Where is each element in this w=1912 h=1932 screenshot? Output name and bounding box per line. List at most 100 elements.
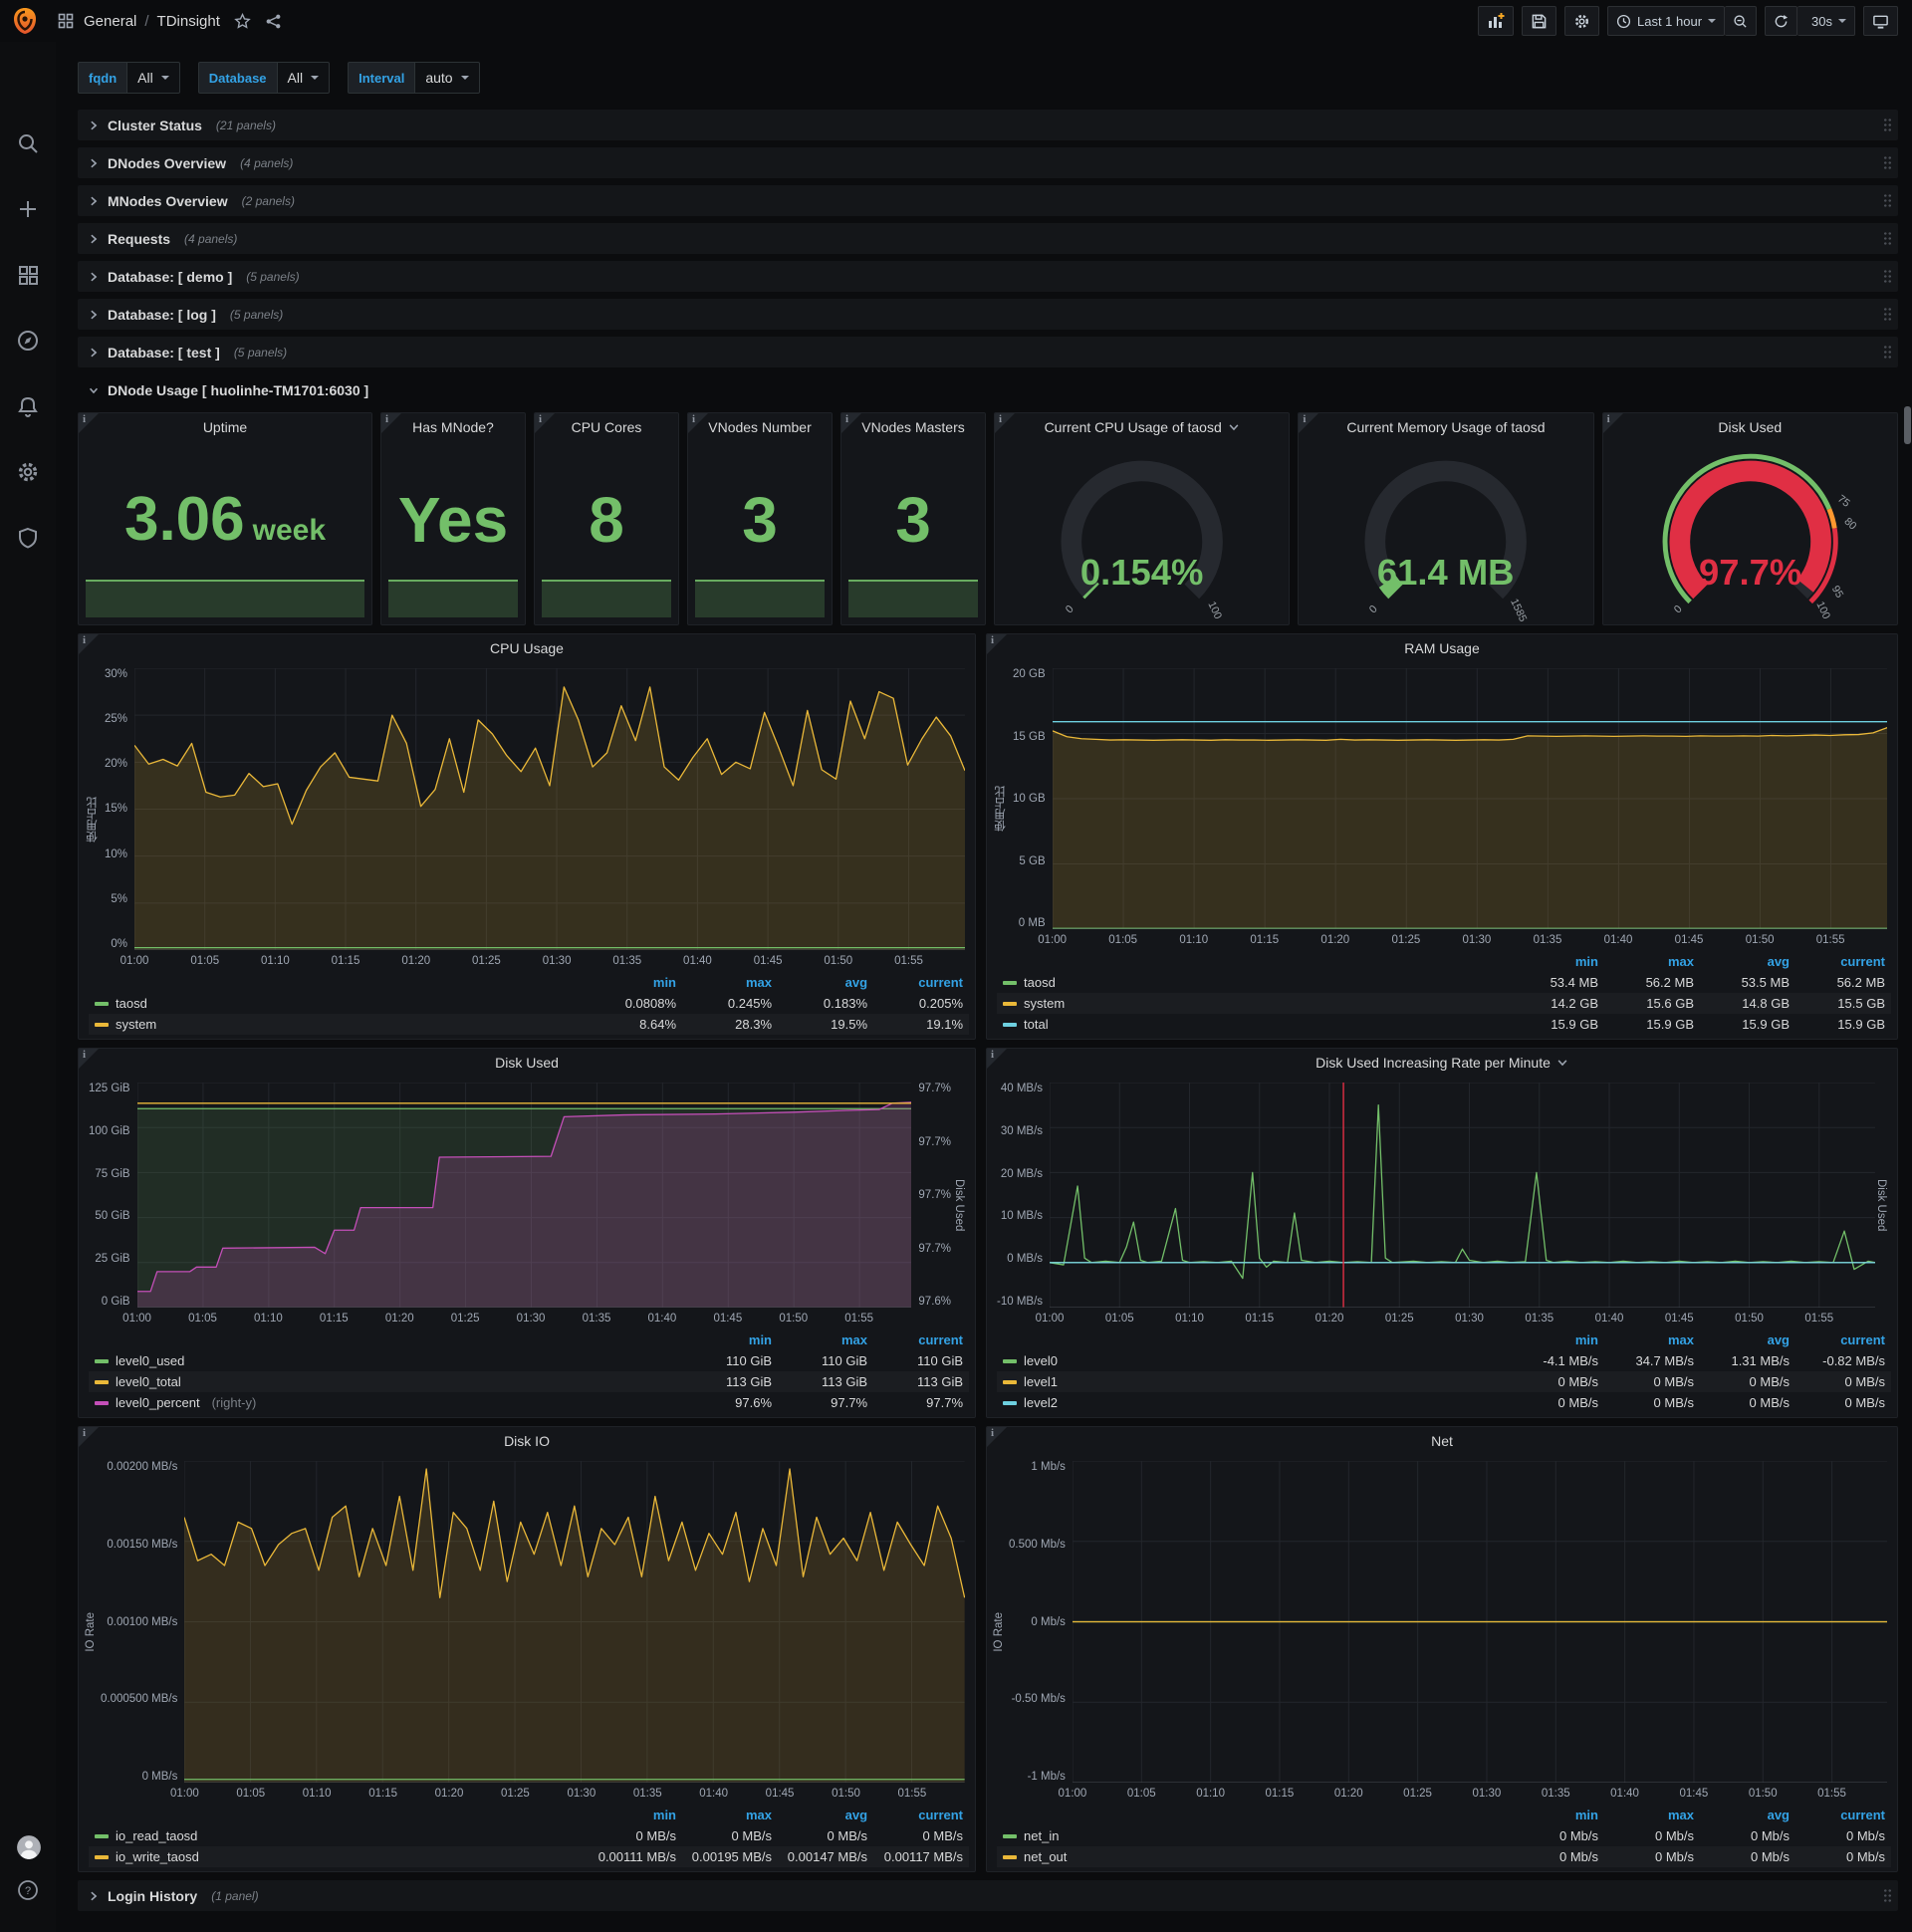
- info-icon[interactable]: i: [83, 1049, 86, 1061]
- legend-header-avg[interactable]: avg: [1700, 1329, 1795, 1350]
- legend-series-io_read_taosd[interactable]: io_read_taosd: [95, 1828, 581, 1843]
- legend-header-current[interactable]: current: [873, 1329, 969, 1350]
- legend-series-net_in[interactable]: net_in: [1003, 1828, 1503, 1843]
- plot-area[interactable]: [1052, 668, 1887, 929]
- plot-area[interactable]: [1073, 1461, 1887, 1783]
- row-dnode-usage[interactable]: DNode Usage [ huolinhe-TM1701:6030 ]: [78, 374, 1898, 405]
- breadcrumb-section[interactable]: General: [84, 13, 136, 30]
- legend-series-net_out[interactable]: net_out: [1003, 1849, 1503, 1864]
- legend-series-taosd[interactable]: taosd: [1003, 975, 1503, 990]
- row-drag-handle[interactable]: [1883, 345, 1892, 360]
- legend-header-current[interactable]: current: [1795, 951, 1891, 972]
- variable-value-dropdown[interactable]: All: [276, 62, 331, 94]
- grafana-logo[interactable]: [10, 6, 40, 36]
- row-drag-handle[interactable]: [1883, 307, 1892, 322]
- panel-title[interactable]: Disk IO: [79, 1427, 975, 1455]
- legend-header-max[interactable]: max: [682, 972, 778, 993]
- zoom-out-time-button[interactable]: [1725, 6, 1758, 36]
- row-database-demo-[interactable]: Database: [ demo ] (5 panels): [78, 261, 1898, 292]
- panel-title[interactable]: RAM Usage: [987, 634, 1897, 662]
- row-drag-handle[interactable]: [1883, 231, 1892, 246]
- row-drag-handle[interactable]: [1883, 155, 1892, 170]
- user-avatar[interactable]: [16, 1834, 41, 1859]
- legend-series-system[interactable]: system: [1003, 996, 1503, 1011]
- refresh-button[interactable]: [1765, 6, 1798, 36]
- row-drag-handle[interactable]: [1883, 193, 1892, 208]
- legend-header-max[interactable]: max: [1604, 1329, 1700, 1350]
- panel-title[interactable]: Disk Used Increasing Rate per Minute: [987, 1049, 1897, 1077]
- share-icon[interactable]: [265, 13, 282, 30]
- row-drag-handle[interactable]: [1883, 269, 1892, 284]
- legend-header-avg[interactable]: avg: [778, 1805, 873, 1825]
- legend-series-level1[interactable]: level1: [1003, 1374, 1503, 1389]
- legend-header-max[interactable]: max: [778, 1329, 873, 1350]
- add-panel-button[interactable]: [1477, 6, 1514, 36]
- row-mnodes-overview[interactable]: MNodes Overview (2 panels): [78, 185, 1898, 216]
- panel-title[interactable]: Current Memory Usage of taosd: [1299, 413, 1592, 441]
- legend-header-current[interactable]: current: [873, 1805, 969, 1825]
- info-icon[interactable]: i: [991, 634, 994, 646]
- legend-header-min[interactable]: min: [682, 1329, 778, 1350]
- legend-header-current[interactable]: current: [1795, 1805, 1891, 1825]
- row-requests[interactable]: Requests (4 panels): [78, 223, 1898, 254]
- legend-series-io_write_taosd[interactable]: io_write_taosd: [95, 1849, 581, 1864]
- server-admin-shield-icon[interactable]: [16, 526, 40, 550]
- legend-header-max[interactable]: max: [1604, 951, 1700, 972]
- dashboards-icon[interactable]: [16, 263, 40, 287]
- legend-header-min[interactable]: min: [1509, 951, 1604, 972]
- legend-header-avg[interactable]: avg: [778, 972, 873, 993]
- plot-area[interactable]: [1050, 1083, 1875, 1308]
- row-drag-handle[interactable]: [1883, 1888, 1892, 1903]
- legend-header-max[interactable]: max: [1604, 1805, 1700, 1825]
- info-icon[interactable]: i: [1607, 413, 1610, 425]
- legend-series-level0_used[interactable]: level0_used: [95, 1353, 676, 1368]
- plot-area[interactable]: [136, 1083, 912, 1308]
- legend-series-system[interactable]: system: [95, 1017, 581, 1032]
- panel-title[interactable]: Uptime: [79, 413, 371, 441]
- plot-area[interactable]: [184, 1461, 966, 1783]
- legend-header-current[interactable]: current: [1795, 1329, 1891, 1350]
- legend-series-total[interactable]: total: [1003, 1017, 1503, 1032]
- plot-area[interactable]: [134, 668, 966, 950]
- breadcrumb-page[interactable]: TDinsight: [157, 13, 220, 30]
- panel-title[interactable]: Net: [987, 1427, 1897, 1455]
- info-icon[interactable]: i: [83, 413, 86, 425]
- info-icon[interactable]: i: [83, 634, 86, 646]
- variable-value-dropdown[interactable]: All: [126, 62, 180, 94]
- row-login-history[interactable]: Login History (1 panel): [78, 1880, 1898, 1911]
- info-icon[interactable]: i: [991, 1049, 994, 1061]
- legend-series-taosd[interactable]: taosd: [95, 996, 581, 1011]
- panel-title[interactable]: CPU Usage: [79, 634, 975, 662]
- explore-compass-icon[interactable]: [16, 329, 40, 353]
- dashboard-grid-icon[interactable]: [58, 13, 74, 29]
- panel-title[interactable]: Has MNode?: [381, 413, 525, 441]
- info-icon[interactable]: i: [385, 413, 388, 425]
- configuration-gear-icon[interactable]: [16, 460, 40, 484]
- row-database-log-[interactable]: Database: [ log ] (5 panels): [78, 299, 1898, 330]
- save-dashboard-button[interactable]: [1521, 6, 1556, 36]
- variable-value-dropdown[interactable]: auto: [414, 62, 480, 94]
- legend-header-max[interactable]: max: [682, 1805, 778, 1825]
- help-icon[interactable]: ?: [16, 1878, 40, 1902]
- legend-header-min[interactable]: min: [1509, 1805, 1604, 1825]
- legend-series-level0_total[interactable]: level0_total: [95, 1374, 676, 1389]
- legend-header-min[interactable]: min: [1509, 1329, 1604, 1350]
- info-icon[interactable]: i: [845, 413, 848, 425]
- panel-title[interactable]: Current CPU Usage of taosd: [995, 413, 1289, 441]
- add-icon[interactable]: [16, 197, 40, 221]
- star-icon[interactable]: [234, 12, 251, 30]
- dashboard-settings-button[interactable]: [1563, 6, 1599, 36]
- row-cluster-status[interactable]: Cluster Status (21 panels): [78, 110, 1898, 140]
- panel-title[interactable]: VNodes Masters: [841, 413, 985, 441]
- info-icon[interactable]: i: [539, 413, 542, 425]
- refresh-interval-picker[interactable]: 30s: [1797, 6, 1855, 36]
- row-dnodes-overview[interactable]: DNodes Overview (4 panels): [78, 147, 1898, 178]
- legend-header-min[interactable]: min: [587, 1805, 682, 1825]
- search-icon[interactable]: [16, 131, 40, 155]
- legend-series-level0_percent[interactable]: level0_percent (right-y): [95, 1395, 676, 1410]
- panel-title[interactable]: Disk Used: [79, 1049, 975, 1077]
- legend-series-level0[interactable]: level0: [1003, 1353, 1503, 1368]
- info-icon[interactable]: i: [692, 413, 695, 425]
- legend-header-current[interactable]: current: [873, 972, 969, 993]
- info-icon[interactable]: i: [1303, 413, 1306, 425]
